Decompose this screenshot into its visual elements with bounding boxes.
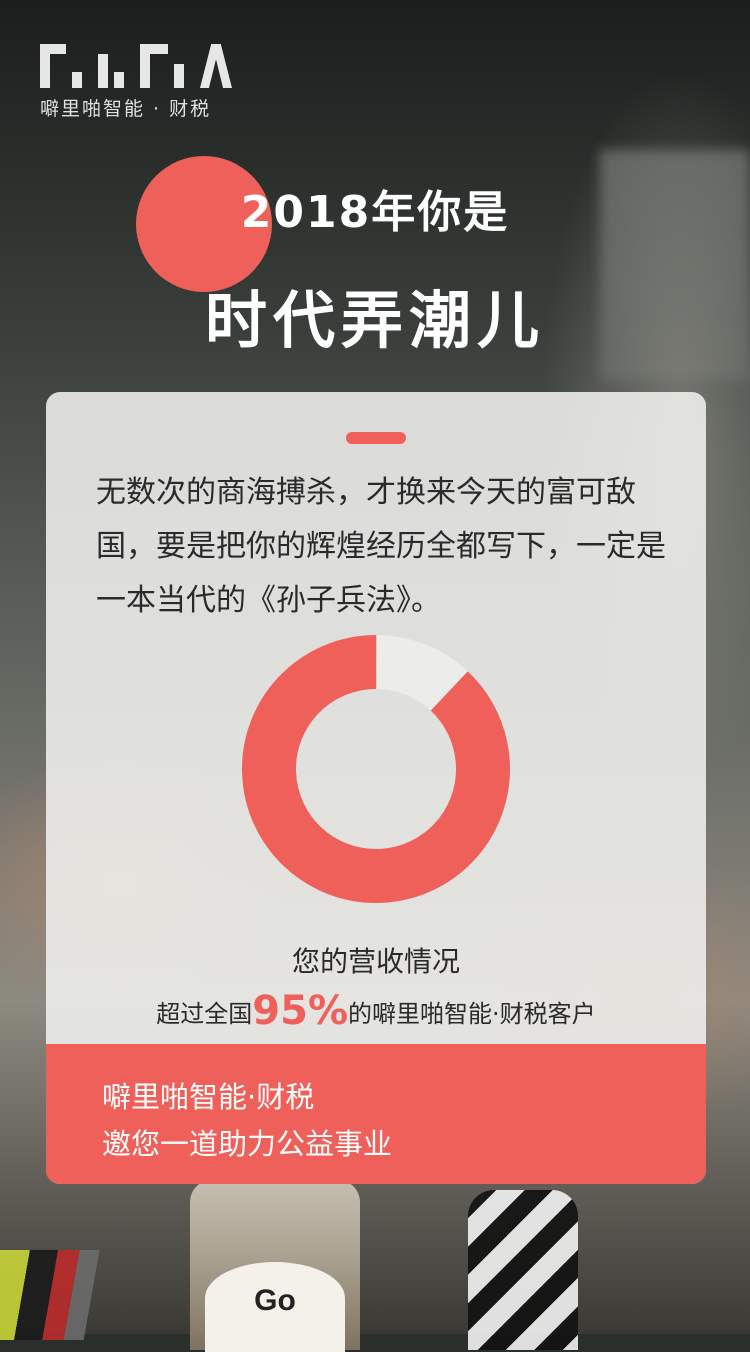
background-jar-label: Go <box>205 1262 345 1352</box>
stats-card: 无数次的商海搏杀，才换来今天的富可敌国，要是把你的辉煌经历全都写下，一定是一本当… <box>46 392 706 1184</box>
card-footer: 噼里啪智能·财税 邀您一道助力公益事业 <box>46 1044 706 1184</box>
stat-line: 超过全国95%的噼里啪智能·财税客户 <box>46 988 706 1034</box>
logo-mark <box>40 44 232 88</box>
headline-line-2: 时代弄潮儿 <box>204 284 545 357</box>
brand-name: 噼里啪智能 · 财税 <box>40 98 212 120</box>
stat-suffix: 的噼里啪智能·财税客户 <box>348 1000 596 1028</box>
stat-prefix: 超过全国 <box>156 1000 253 1028</box>
background-bottle <box>468 1190 578 1350</box>
card-accent-bar <box>346 432 406 444</box>
footer-line-2: 邀您一道助力公益事业 <box>102 1127 393 1161</box>
card-paragraph: 无数次的商海搏杀，才换来今天的富可敌国，要是把你的辉煌经历全都写下，一定是一本当… <box>96 475 666 618</box>
stat-percent: 95% <box>252 988 349 1034</box>
headline-line-1: 2018年你是 <box>240 187 510 238</box>
footer-line-1: 噼里啪智能·财税 <box>102 1080 315 1114</box>
stat-title: 您的营收情况 <box>291 945 460 978</box>
donut-value-arc <box>242 635 510 903</box>
brand-logo: 噼里啪智能 · 财税 <box>40 44 232 121</box>
revenue-donut <box>242 635 510 903</box>
background-pens <box>0 1250 150 1340</box>
